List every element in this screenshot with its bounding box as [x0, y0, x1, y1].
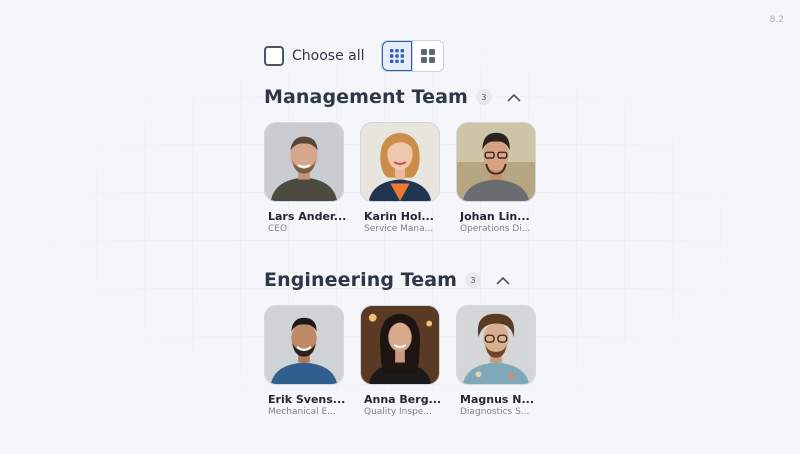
- grid-large-icon: [420, 49, 435, 63]
- section-title: Management Team: [264, 86, 468, 108]
- version-label: 8.2: [769, 15, 784, 25]
- grid-small-view-button[interactable]: [381, 41, 412, 71]
- member-role: Mechanical E...: [268, 407, 336, 417]
- avatar-photo: [456, 122, 536, 202]
- member-list: Lars Ander... CEO Karin Hol... Service M…: [264, 122, 552, 234]
- member-name: Karin Hol...: [364, 210, 434, 223]
- member-role: CEO: [268, 224, 288, 234]
- count-badge: 3: [465, 272, 482, 288]
- view-toggle: [380, 40, 444, 72]
- member-card[interactable]: Anna Berg... Quality Inspe...: [360, 305, 441, 417]
- avatar-photo: [456, 305, 536, 385]
- collapse-button[interactable]: [504, 87, 524, 107]
- member-role: Service Mana...: [364, 224, 434, 234]
- member-card[interactable]: Magnus N... Diagnostics S...: [456, 305, 536, 417]
- count-badge: 3: [475, 89, 492, 105]
- member-role: Operations Di...: [460, 224, 531, 234]
- member-role: Quality Inspe...: [364, 407, 432, 417]
- team-section-engineering: Engineering Team 3 Erik Svens... Mechani…: [264, 267, 552, 417]
- member-role: Diagnostics S...: [460, 407, 530, 417]
- avatar-photo: [360, 122, 440, 202]
- member-card[interactable]: Erik Svens... Mechanical E...: [264, 305, 345, 417]
- chevron-up-icon: [496, 276, 510, 284]
- section-header: Management Team 3: [264, 84, 552, 110]
- collapse-button[interactable]: [493, 270, 513, 290]
- avatar-photo: [360, 305, 440, 385]
- choose-all-label[interactable]: Choose all: [292, 48, 365, 64]
- member-card[interactable]: Johan Lin... Operations Di...: [456, 122, 536, 234]
- grid-small-icon: [389, 49, 404, 63]
- choose-all-checkbox[interactable]: [264, 46, 284, 66]
- member-name: Erik Svens...: [268, 393, 346, 406]
- grid-large-view-button[interactable]: [411, 41, 443, 71]
- avatar-photo: [264, 122, 344, 202]
- member-name: Anna Berg...: [364, 393, 442, 406]
- member-name: Lars Ander...: [268, 210, 347, 223]
- member-name: Magnus N...: [460, 393, 535, 406]
- section-title: Engineering Team: [264, 269, 458, 291]
- member-list: Erik Svens... Mechanical E... Anna Berg.…: [264, 305, 552, 417]
- avatar-photo: [264, 305, 344, 385]
- member-name: Johan Lin...: [460, 210, 530, 223]
- member-card[interactable]: Lars Ander... CEO: [264, 122, 346, 234]
- team-section-management: Management Team 3 Lars Ander... CEO Kari…: [264, 84, 552, 234]
- section-header: Engineering Team 3: [264, 267, 552, 293]
- toolbar: Choose all: [264, 40, 444, 72]
- member-card[interactable]: Karin Hol... Service Mana...: [360, 122, 440, 234]
- chevron-up-icon: [507, 93, 521, 101]
